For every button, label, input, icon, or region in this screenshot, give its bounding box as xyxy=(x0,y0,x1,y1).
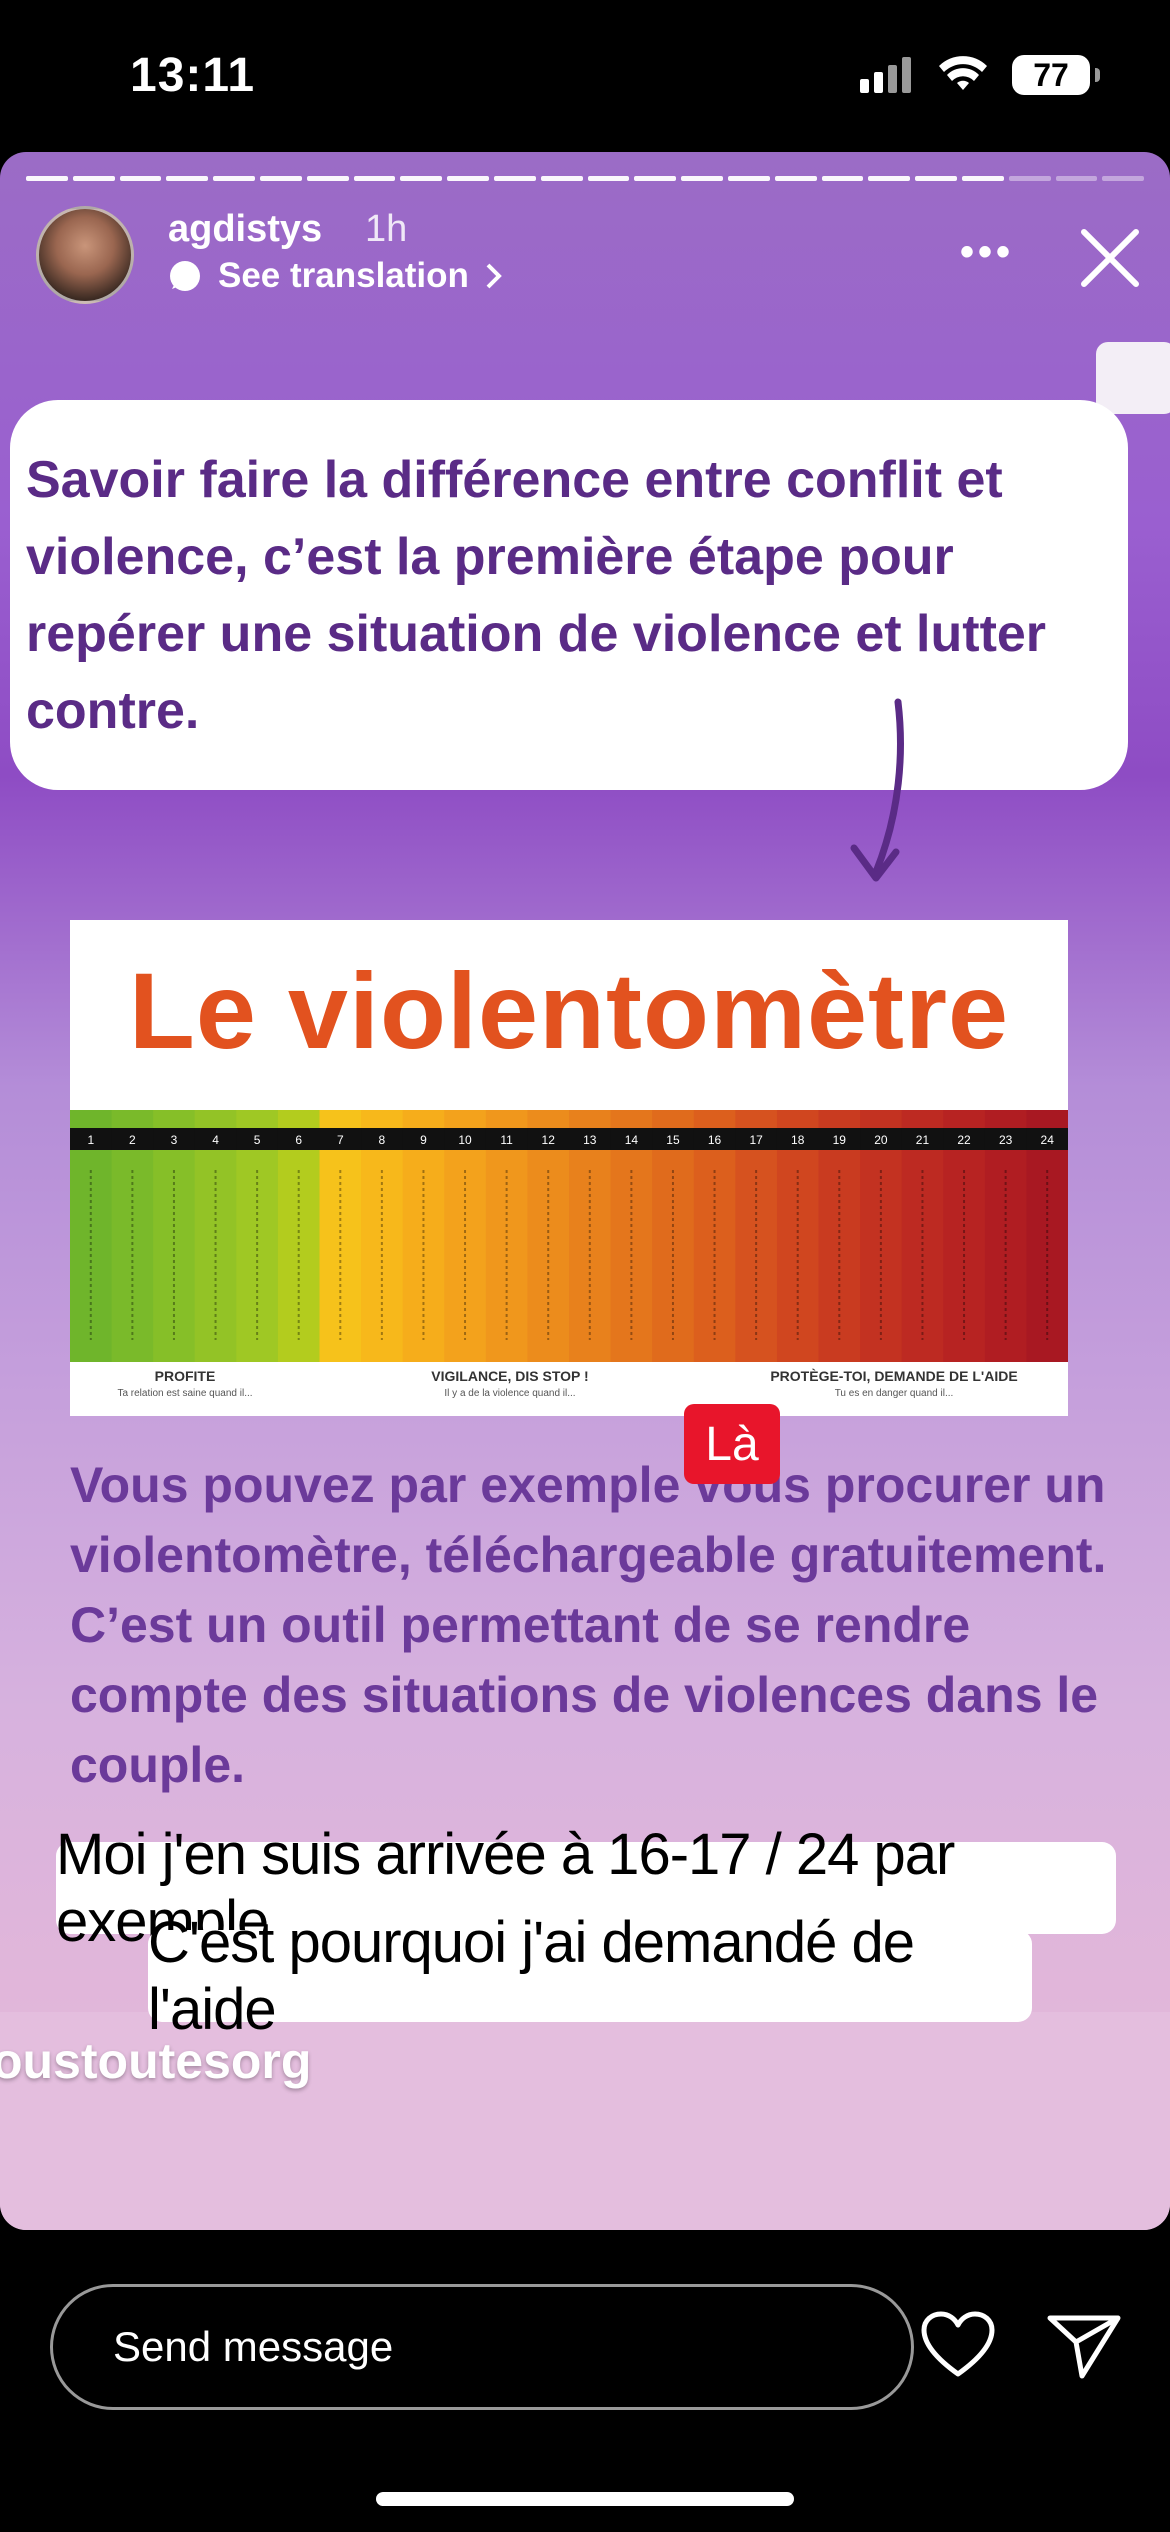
scale-top-strip xyxy=(527,1110,570,1128)
scale-top-strip xyxy=(111,1110,154,1128)
see-translation-link[interactable]: See translation xyxy=(168,256,503,296)
battery-indicator: 77 xyxy=(1012,55,1100,95)
scale-top-strip xyxy=(943,1110,986,1128)
scale-number: 4 xyxy=(212,1133,219,1147)
arrow-down-icon xyxy=(850,698,904,882)
wifi-icon xyxy=(939,56,987,90)
home-indicator xyxy=(376,2492,794,2506)
scale-number: 10 xyxy=(458,1133,472,1147)
scale-number: 11 xyxy=(500,1133,513,1147)
status-time: 13:11 xyxy=(130,49,256,102)
send-icon[interactable] xyxy=(1046,2312,1122,2380)
account-handle: oustoutesorg xyxy=(0,2033,312,2089)
scale-number: 17 xyxy=(749,1133,763,1147)
scale-top-strip xyxy=(194,1110,237,1128)
scale-top-strip xyxy=(610,1110,653,1128)
heart-icon[interactable] xyxy=(920,2310,996,2380)
scale-top-strip xyxy=(735,1110,778,1128)
scale-number: 24 xyxy=(1041,1133,1055,1147)
chevron-right-icon xyxy=(486,263,502,289)
scale-number: 20 xyxy=(874,1133,888,1147)
scale-top-strip xyxy=(901,1110,944,1128)
story-progress-bar xyxy=(26,176,1145,181)
scale-top-strip xyxy=(70,1110,113,1128)
scale-top-strip xyxy=(776,1110,819,1128)
scale-number: 9 xyxy=(420,1133,427,1147)
scale-number: 23 xyxy=(999,1133,1013,1147)
scale-top-strip xyxy=(444,1110,487,1128)
post-time: 1h xyxy=(365,208,408,250)
avatar[interactable] xyxy=(36,206,134,304)
scale-top-strip xyxy=(236,1110,279,1128)
status-bar: 13:11 77 xyxy=(0,0,1170,150)
scale-number: 8 xyxy=(379,1133,386,1147)
violentometre-title: Le violentomètre xyxy=(128,950,1010,1071)
decorative-tab xyxy=(1096,342,1170,414)
scale-top-strip xyxy=(319,1110,362,1128)
username[interactable]: agdistys xyxy=(168,208,322,251)
scale-number: 22 xyxy=(957,1133,971,1147)
section-vigilance: VIGILANCE, DIS STOP ! Il y a de la violen… xyxy=(431,1368,589,1399)
scale-top-strip xyxy=(569,1110,612,1128)
scale-number: 16 xyxy=(708,1133,722,1147)
close-icon[interactable] xyxy=(1074,222,1146,294)
scale-top-strip xyxy=(153,1110,196,1128)
send-message-placeholder: Send message xyxy=(113,2323,394,2370)
violentometre-scale: 1 2 3 4 5 6 7 8 9 10 11 12 13 14 15 16 17 18 19 20 21 22 23 24 xyxy=(70,1110,1068,1362)
send-message-input[interactable]: Send message xyxy=(50,2284,914,2410)
see-translation-label: See translation xyxy=(218,256,469,295)
status-icons: 77 xyxy=(860,55,1100,95)
caption-line-2: C'est pourquoi j'ai demandé de l'aide xyxy=(148,1910,1032,2042)
more-icon[interactable]: ••• xyxy=(960,230,1014,275)
info-paragraph: Vous pouvez par exemple vous procurer un… xyxy=(70,1457,1107,1793)
intro-card-text: Savoir faire la différence entre conflit… xyxy=(26,451,1047,740)
scale-top-strip xyxy=(818,1110,861,1128)
link-sticker[interactable]: Là xyxy=(684,1404,780,1484)
scale-number: 7 xyxy=(337,1133,344,1147)
section-profite: PROFITE Ta relation est saine quand il... xyxy=(117,1368,253,1399)
scale-top-strip xyxy=(485,1110,528,1128)
scale-number: 6 xyxy=(295,1133,302,1147)
scale-number: 13 xyxy=(583,1133,597,1147)
scale-top-strip xyxy=(693,1110,736,1128)
scale-top-strip xyxy=(361,1110,404,1128)
scale-number: 15 xyxy=(666,1133,680,1147)
scale-top-strip xyxy=(984,1110,1027,1128)
section-protege: PROTÈGE-TOI, DEMANDE DE L'AIDE Tu es en d… xyxy=(770,1368,1018,1399)
scale-top-strip xyxy=(860,1110,903,1128)
scale-number: 19 xyxy=(833,1133,847,1147)
signal-icon xyxy=(860,57,911,93)
scale-number: 2 xyxy=(129,1133,136,1147)
translate-icon xyxy=(170,261,200,291)
scale-number: 3 xyxy=(171,1133,178,1147)
scale-top-strip xyxy=(402,1110,445,1128)
scale-number: 18 xyxy=(791,1133,805,1147)
scale-number: 14 xyxy=(625,1133,639,1147)
scale-top-strip xyxy=(277,1110,320,1128)
scale-top-strip xyxy=(652,1110,695,1128)
scale-number: 1 xyxy=(87,1133,94,1147)
story-view[interactable]: agdistys 1h See translation ••• Savoir f… xyxy=(0,152,1170,2230)
scale-number: 21 xyxy=(916,1133,930,1147)
scale-number: 12 xyxy=(542,1133,556,1147)
violentometre-sections: PROFITE Ta relation est saine quand il...… xyxy=(70,1360,1068,1416)
scale-top-strip xyxy=(1026,1110,1068,1128)
violentometre-image: Le violentomètre 1 2 3 4 5 6 7 8 9 10 11 12 13 14 15 16… xyxy=(70,920,1068,1416)
scale-number: 5 xyxy=(254,1133,261,1147)
